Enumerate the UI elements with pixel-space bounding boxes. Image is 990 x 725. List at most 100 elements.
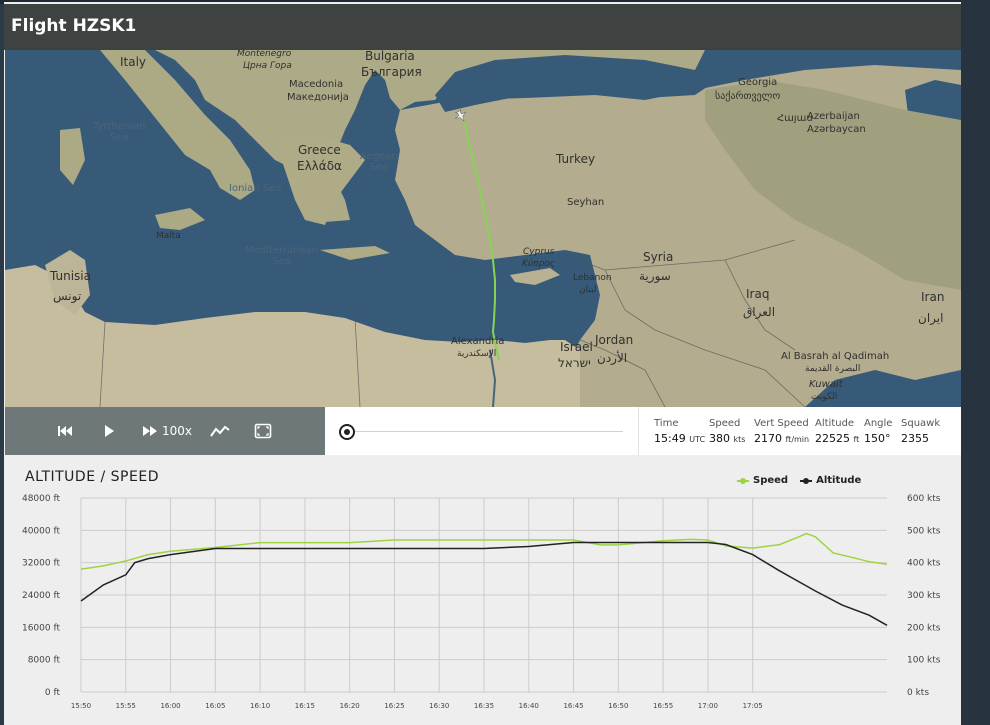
x-tick-label: 16:55	[653, 702, 673, 710]
altitude-speed-chart: 0 ft 0 kts 8000 ft 100 kts 16000 ft 200 kts 24…	[5, 455, 961, 725]
x-tick-label: 16:50	[608, 702, 628, 710]
map-label-cyprus-native: Κύπρος	[522, 259, 556, 269]
x-tick-label: 15:55	[116, 702, 136, 710]
y-right-tick-label: 200 kts	[907, 623, 941, 633]
map-label-aegean-sea: Aegean Sea	[360, 151, 398, 173]
map-label-bulgaria-native: България	[361, 65, 422, 79]
map-label-iraq-native: العراق	[743, 305, 776, 319]
stat-angle-label: Angle	[864, 418, 893, 429]
y-left-tick-label: 0 ft	[45, 688, 61, 698]
fullscreen-button[interactable]	[254, 421, 272, 441]
stat-time-value: 15:49	[654, 432, 686, 445]
map-label-basrah-native: البصرة القديمة	[805, 364, 861, 374]
skip-back-button[interactable]	[57, 421, 73, 441]
legend-swatch-altitude	[800, 477, 813, 484]
legend-label-altitude: Altitude	[816, 475, 862, 486]
x-tick-label: 16:30	[429, 702, 449, 710]
legend-label-speed: Speed	[753, 475, 789, 486]
map-label-iran: Iran	[921, 290, 945, 304]
stat-speed-label: Speed	[709, 418, 741, 429]
map-label-iraq: Iraq	[746, 287, 770, 301]
x-tick-label: 17:05	[743, 702, 763, 710]
y-right-tick-label: 600 kts	[907, 494, 941, 504]
stat-altitude-unit: ft	[853, 435, 860, 444]
map-label-georgia-native: საქართველო	[715, 91, 781, 102]
x-tick-label: 16:10	[250, 702, 270, 710]
stat-vert-speed-value: 2170	[754, 432, 782, 445]
chart-title: ALTITUDE / SPEED	[25, 469, 159, 485]
play-button[interactable]	[103, 421, 115, 441]
stat-angle-value: 150°	[864, 432, 891, 445]
map-label-cyprus: Cyprus	[523, 247, 555, 257]
stat-speed-unit: kts	[733, 435, 746, 444]
map-label-bulgaria: Bulgaria	[365, 50, 415, 63]
stat-time: Time 15:49 UTC	[654, 418, 705, 445]
flight-title: Flight HZSK1	[11, 16, 137, 36]
x-tick-label: 16:15	[295, 702, 315, 710]
stat-altitude-label: Altitude	[815, 418, 855, 429]
map-label-lebanon-native: لبنان	[579, 285, 597, 295]
map-label-seyhan: Seyhan	[567, 197, 605, 208]
x-tick-label: 16:35	[474, 702, 494, 710]
y-right-tick-label: 0 kts	[907, 688, 929, 698]
map-label-iran-native: ایران	[918, 311, 944, 325]
map-label-lebanon: Lebanon	[573, 273, 612, 283]
map-label-ionian-sea: Ionian Sea	[229, 183, 282, 194]
panel-header: Flight HZSK1	[4, 4, 961, 50]
y-left-tick-label: 40000 ft	[22, 526, 61, 536]
x-tick-label: 16:40	[519, 702, 539, 710]
legend-item-altitude[interactable]: Altitude	[800, 475, 861, 486]
map-label-macedonia-native: Македонија	[287, 92, 349, 103]
stat-speed: Speed 380 kts	[709, 418, 745, 445]
flight-map[interactable]: Italy Montenegro Црна Гора Bulgaria Бълг…	[5, 50, 961, 407]
legend-swatch-speed	[737, 477, 749, 484]
map-label-montenegro-native: Црна Гора	[243, 61, 292, 71]
timeline-slider[interactable]	[325, 407, 638, 455]
map-label-azerbaijan: Azerbaijan	[807, 111, 860, 122]
map-label-syria: Syria	[643, 250, 674, 264]
x-tick-label: 16:25	[384, 702, 404, 710]
chart-canvas: 0 ft 0 kts 8000 ft 100 kts 16000 ft 200 kts 24…	[22, 494, 941, 710]
chart-line-icon	[210, 425, 230, 437]
map-label-israel: Israel	[560, 340, 593, 354]
playback-speed-button[interactable]: 100x	[142, 421, 192, 441]
y-left-tick-label: 24000 ft	[22, 591, 61, 601]
map-label-macedonia: Macedonia	[289, 79, 344, 90]
flight-panel: Flight HZSK1 Italy Montenegro Црна Гора …	[4, 2, 961, 725]
x-tick-label: 17:00	[698, 702, 718, 710]
y-right-tick-label: 400 kts	[907, 559, 941, 569]
timeline-handle[interactable]	[339, 424, 355, 440]
y-right-tick-label: 100 kts	[907, 656, 941, 666]
play-icon	[105, 425, 114, 437]
stat-squawk-label: Squawk	[901, 418, 941, 429]
legend-item-speed[interactable]: Speed	[737, 475, 788, 486]
stat-vert-speed-label: Vert Speed	[754, 418, 809, 429]
y-left-tick-label: 16000 ft	[22, 623, 61, 633]
graph-toggle-button[interactable]	[210, 421, 230, 441]
map-label-italy: Italy	[120, 55, 147, 69]
y-right-tick-label: 300 kts	[907, 591, 941, 601]
x-tick-label: 16:20	[340, 702, 360, 710]
map-label-tunisia: Tunisia	[50, 269, 91, 283]
fast-forward-icon	[143, 426, 157, 436]
map-label-tyrrhenian-sea: Tyrrhenian Sea	[93, 121, 146, 143]
map-label-alexandria-native: الإسكندرية	[457, 349, 497, 359]
stat-time-unit: UTC	[689, 435, 706, 444]
timeline-track	[347, 431, 623, 432]
chart-legend: Speed Altitude	[737, 475, 861, 486]
map-label-turkey: Turkey	[556, 152, 596, 166]
stat-vert-speed: Vert Speed 2170 ft/min	[754, 418, 809, 445]
right-gutter	[961, 0, 990, 725]
map-label-malta: Malta	[156, 231, 181, 241]
x-tick-label: 16:00	[160, 702, 180, 710]
map-label-greece-native: Ελλάδα	[297, 159, 342, 173]
map-label-basrah: Al Basrah al Qadimah	[781, 351, 890, 362]
stat-squawk: Squawk 2355	[901, 418, 940, 445]
y-left-tick-label: 48000 ft	[22, 494, 61, 504]
map-label-mediterranean-sea: Mediterranean Sea	[245, 245, 319, 267]
map-label-israel-native: ישראל	[558, 356, 591, 370]
playback-speed-label: 100x	[162, 424, 193, 438]
stat-altitude-value: 22525	[815, 432, 850, 445]
map-label-kuwait: Kuwait	[809, 379, 843, 390]
stat-altitude: Altitude 22525 ft	[815, 418, 859, 445]
